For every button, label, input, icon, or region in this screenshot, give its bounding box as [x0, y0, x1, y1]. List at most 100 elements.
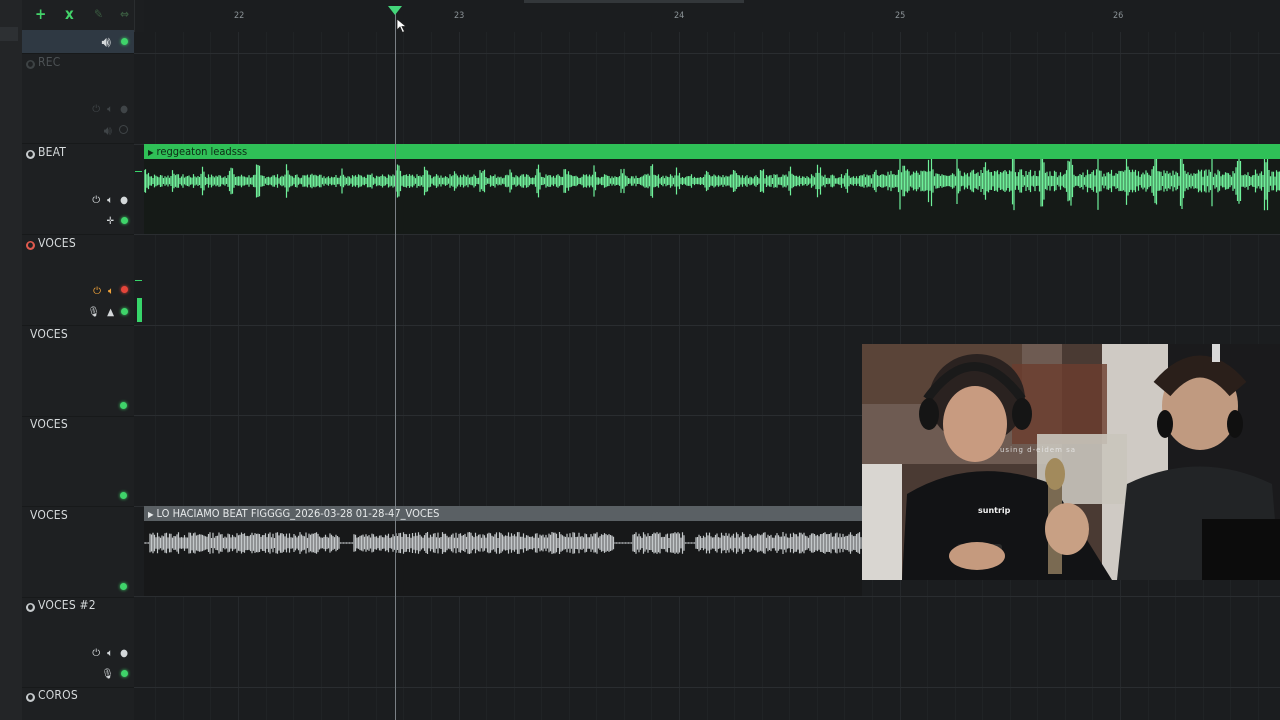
track-header-voces-3[interactable]: VOCES — [22, 507, 134, 598]
bar-number: 22 — [234, 11, 245, 21]
microphone-icon[interactable]: 🎙︎ — [87, 307, 100, 318]
track-name: ● COROS — [26, 688, 78, 702]
grid-line — [789, 32, 790, 720]
track-header-voces-2nd[interactable]: ● VOCES #2 ⏻ 🔈︎ ● 🎙︎ — [22, 597, 134, 688]
monitor-icon[interactable]: ⏻ — [92, 648, 100, 659]
grid-line — [155, 32, 156, 720]
clip-title: LO HACIAMO BEAT FIGGGG_2026-03-28 01-28-… — [156, 507, 440, 520]
track-header-voces-2[interactable]: VOCES — [22, 416, 134, 507]
monitor-icon[interactable]: ⏻ — [93, 286, 101, 297]
grid-line — [679, 32, 680, 720]
clip-waveform — [144, 151, 1280, 234]
record-arm-icon[interactable]: ● — [26, 241, 35, 250]
record-dot-icon[interactable]: ● — [120, 195, 128, 206]
record-arm-icon[interactable]: ● — [26, 150, 35, 159]
track-controls: ⏻ 🔈︎ ● — [85, 104, 128, 115]
mouse-pointer-icon — [396, 18, 408, 34]
left-edge-strip — [0, 0, 23, 720]
active-led[interactable] — [121, 670, 128, 677]
clip-title-bar[interactable]: ▶ LO HACIAMO BEAT FIGGGG_2026-03-28 01-28… — [144, 506, 862, 521]
track-name: ● VOCES #2 — [26, 598, 96, 612]
playhead-marker-icon[interactable] — [388, 6, 402, 15]
track-name: VOCES — [30, 417, 68, 431]
clip-play-icon: ▶ — [148, 510, 154, 519]
audio-clip-voces[interactable]: ▶ LO HACIAMO BEAT FIGGGG_2026-03-28 01-28… — [144, 506, 862, 596]
track-controls-2: 🎙︎ ▲ — [80, 307, 128, 318]
record-dot-icon[interactable]: ● — [120, 648, 128, 659]
input-icon[interactable]: 🔊︎ — [104, 124, 112, 139]
track-separator — [134, 325, 1280, 326]
grid-line — [817, 32, 818, 720]
expand-up-icon[interactable]: ▲ — [107, 307, 114, 318]
grid-line — [734, 32, 735, 720]
track-header-master[interactable]: 🔊︎ — [22, 30, 134, 54]
record-led[interactable] — [121, 286, 128, 293]
monitor-icon[interactable]: ⏻ — [92, 195, 100, 206]
grid-line — [266, 32, 267, 720]
record-arm-icon[interactable]: ● — [26, 60, 35, 69]
grid-line — [293, 32, 294, 720]
track-header-voces-armed[interactable]: ● VOCES ⏻ 🔈︎ 🎙︎ ▲ — [22, 235, 134, 326]
close-icon[interactable]: x — [65, 4, 74, 24]
bar-number: 26 — [1113, 11, 1124, 21]
grid-line — [486, 32, 487, 720]
clip-title: reggeaton leadsss — [156, 145, 248, 158]
track-controls-2: ✛ — [99, 216, 128, 227]
speaker-icon[interactable]: 🔈︎ — [107, 195, 113, 206]
grid-line — [514, 32, 515, 720]
resize-arrows-icon[interactable]: ⇔ — [120, 4, 129, 24]
track-controls: ⏻ 🔈︎ ● — [85, 195, 128, 206]
track-name: ● BEAT — [26, 145, 67, 159]
track-header-rec[interactable]: ● REC ⏻ 🔈︎ ● 🔊︎ — [22, 54, 134, 144]
track-separator — [134, 687, 1280, 688]
audio-clip-beat[interactable]: ▶ reggeaton leadsss — [144, 144, 1280, 234]
speaker-icon[interactable]: 🔈︎ — [107, 104, 113, 115]
active-led[interactable] — [121, 217, 128, 224]
timeline-ruler[interactable]: 22 23 24 25 26 — [144, 0, 1280, 33]
active-led[interactable] — [120, 583, 127, 590]
add-track-icon[interactable]: + — [35, 4, 46, 24]
track-controls: ⏻ 🔈︎ ● — [85, 648, 128, 659]
daw-window: + x ✎ ⇔ 🔊︎ ●REC ⏻ 🔈︎ ● 🔊︎ ●BEAT ⏻ 🔈︎ ● — [0, 0, 1280, 720]
monitor-icon[interactable]: ⏻ — [92, 104, 100, 115]
record-dot-icon[interactable]: ● — [120, 104, 128, 115]
grid-line — [183, 32, 184, 720]
active-led[interactable] — [121, 308, 128, 315]
grid-line — [238, 32, 239, 720]
speaker-icon[interactable]: 🔈︎ — [107, 648, 113, 659]
grid-line — [624, 32, 625, 720]
track-header-voces-1[interactable]: VOCES — [22, 326, 134, 417]
track-header-coros[interactable]: ● COROS — [22, 687, 134, 720]
grid-line — [459, 32, 460, 720]
clip-title-bar[interactable]: ▶ reggeaton leadsss — [144, 144, 1280, 159]
playhead-line[interactable] — [395, 14, 396, 720]
active-led[interactable] — [121, 38, 128, 45]
active-led[interactable] — [120, 492, 127, 499]
monitor-icon[interactable]: 🔊︎ — [102, 33, 111, 51]
microphone-icon[interactable]: 🎙︎ — [101, 669, 114, 680]
track-toolbar: + x ✎ ⇔ — [22, 0, 134, 30]
grid-line — [431, 32, 432, 720]
speaker-icon[interactable]: 🔈︎ — [108, 286, 114, 297]
horizontal-scrollbar[interactable] — [524, 0, 744, 3]
track-header-beat[interactable]: ● BEAT ⏻ 🔈︎ ● ✛ — [22, 144, 134, 235]
inactive-led[interactable] — [119, 125, 128, 134]
bar-number: 23 — [454, 11, 465, 21]
bar-number: 25 — [895, 11, 906, 21]
grid-line — [210, 32, 211, 720]
track-name: ● VOCES — [26, 236, 76, 250]
record-arm-icon[interactable]: ● — [26, 603, 35, 612]
pencil-icon[interactable]: ✎ — [94, 4, 103, 24]
track-headers-panel: + x ✎ ⇔ 🔊︎ ●REC ⏻ 🔈︎ ● 🔊︎ ●BEAT ⏻ 🔈︎ ● — [22, 0, 135, 720]
grid-line — [844, 32, 845, 720]
record-arm-icon[interactable]: ● — [26, 693, 35, 702]
crosshair-icon[interactable]: ✛ — [106, 216, 114, 227]
grid-line — [541, 32, 542, 720]
track-controls-2: 🎙︎ — [94, 669, 128, 680]
edge-handle[interactable] — [0, 27, 18, 41]
active-led[interactable] — [120, 402, 127, 409]
clip-waveform — [144, 521, 862, 596]
grid-line — [762, 32, 763, 720]
shirt-logo-text: suntrip — [978, 506, 1011, 515]
track-name: VOCES — [30, 508, 68, 522]
